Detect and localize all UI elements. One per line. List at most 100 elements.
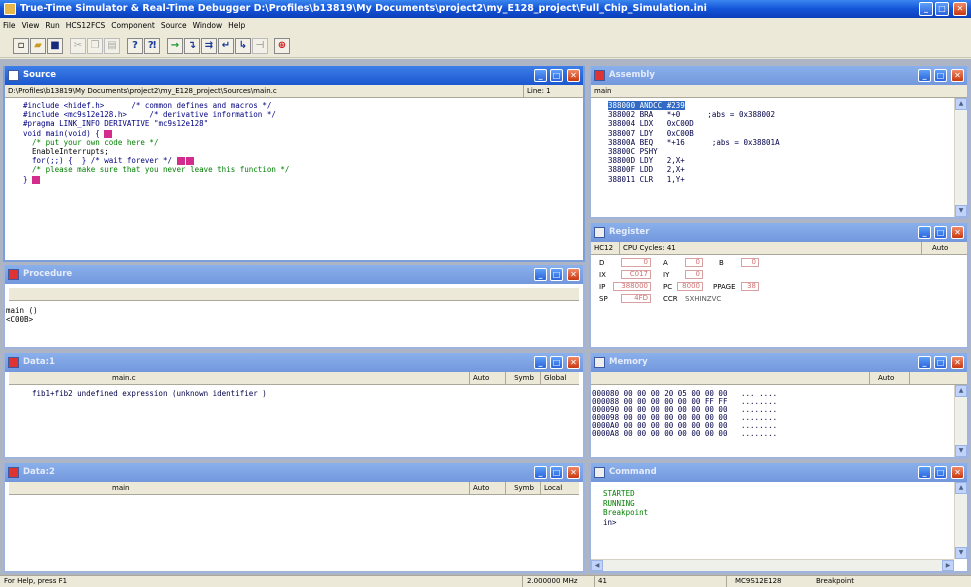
reg-ppage[interactable]: 38 — [741, 282, 759, 291]
maximize-icon[interactable]: □ — [934, 356, 947, 369]
minimize-icon[interactable]: _ — [534, 268, 547, 281]
menu-component[interactable]: Component — [108, 21, 158, 30]
register-titlebar[interactable]: Register _ □ ✕ — [591, 223, 967, 242]
asm-line[interactable]: 388004 LDX 0xC00D — [608, 119, 967, 128]
minimize-icon[interactable]: _ — [534, 466, 547, 479]
reg-ix[interactable]: C017 — [621, 270, 651, 279]
breakpoint-marker-icon[interactable] — [32, 175, 41, 184]
close-icon[interactable]: ✕ — [951, 226, 964, 239]
procedure-window[interactable]: Procedure _ □ ✕ main () <C00B> — [3, 265, 585, 349]
scroll-left-icon[interactable]: ◀ — [591, 560, 603, 571]
reg-iy[interactable]: 0 — [685, 270, 703, 279]
data2-symb-toggle[interactable]: Symb — [505, 482, 539, 495]
data1-global-toggle[interactable]: Global — [540, 372, 580, 385]
command-window[interactable]: Command _ □ ✕ STARTED RUNNING Breakpoint in… — [589, 463, 969, 573]
memory-format[interactable] — [909, 372, 967, 385]
menu-hcs12fcs[interactable]: HCS12FCS — [63, 21, 109, 30]
procedure-item[interactable]: main () — [6, 306, 583, 315]
maximize-icon[interactable]: □ — [550, 356, 563, 369]
close-icon[interactable]: ✕ — [567, 356, 580, 369]
command-titlebar[interactable]: Command _ □ ✕ — [591, 463, 967, 482]
context-help-icon[interactable]: ⁈ — [144, 38, 160, 54]
scroll-up-icon[interactable]: ▲ — [955, 98, 967, 110]
command-vscrollbar[interactable]: ▲ ▼ — [954, 482, 967, 559]
memory-titlebar[interactable]: Memory _ □ ✕ — [591, 353, 967, 372]
asm-line[interactable]: 38800D LDY 2,X+ — [608, 156, 967, 165]
close-icon[interactable]: ✕ — [567, 466, 580, 479]
procedure-item[interactable]: <C00B> — [6, 315, 583, 324]
asm-line[interactable]: 38800A BEQ *+16 ;abs = 0x38801A — [608, 138, 967, 147]
reg-d[interactable]: 0 — [621, 258, 651, 267]
data2-local-toggle[interactable]: Local — [540, 482, 580, 495]
open-folder-icon[interactable]: ▰ — [30, 38, 46, 54]
single-step-icon[interactable]: ↴ — [184, 38, 200, 54]
assembly-step-icon[interactable]: ↳ — [235, 38, 251, 54]
start-continue-icon[interactable]: → — [167, 38, 183, 54]
maximize-icon[interactable]: □ — [935, 2, 949, 16]
reg-ccr[interactable]: SXHINZVC — [685, 295, 721, 304]
breakpoint-marker-icon[interactable] — [104, 129, 113, 138]
scroll-up-icon[interactable]: ▲ — [955, 385, 967, 397]
save-icon[interactable]: ■ — [47, 38, 63, 54]
data1-symb-toggle[interactable]: Symb — [505, 372, 539, 385]
copy-icon[interactable]: ❐ — [87, 38, 103, 54]
data2-titlebar[interactable]: Data:2 _ □ ✕ — [5, 463, 583, 482]
menu-source[interactable]: Source — [158, 21, 190, 30]
memory-row[interactable]: 0000A8 00 00 00 00 00 00 00 00 ........ — [592, 430, 967, 438]
step-out-icon[interactable]: ↵ — [218, 38, 234, 54]
asm-line[interactable]: 388007 LDY 0xC00B — [608, 129, 967, 138]
close-icon[interactable]: ✕ — [567, 268, 580, 281]
close-icon[interactable]: ✕ — [951, 356, 964, 369]
assembly-listing[interactable]: 388000 ANDCC #239 388002 BRA *+0 ;abs = 0… — [591, 98, 967, 184]
menu-run[interactable]: Run — [42, 21, 62, 30]
asm-line[interactable]: 388002 BRA *+0 ;abs = 0x388002 — [608, 110, 967, 119]
close-icon[interactable]: ✕ — [951, 466, 964, 479]
scroll-down-icon[interactable]: ▼ — [955, 547, 967, 559]
breakpoint-marker-icon[interactable] — [176, 157, 185, 166]
reg-ip[interactable]: 388000 — [613, 282, 651, 291]
minimize-icon[interactable]: _ — [534, 356, 547, 369]
data2-window[interactable]: Data:2 _ □ ✕ main Auto Symb Local — [3, 463, 585, 573]
memory-mode[interactable]: Auto — [869, 372, 909, 385]
close-icon[interactable]: ✕ — [953, 2, 967, 16]
reg-sp[interactable]: 4FD — [621, 294, 651, 303]
command-hscrollbar[interactable]: ◀ ▶ — [591, 559, 954, 571]
minimize-icon[interactable]: _ — [919, 2, 933, 16]
menu-help[interactable]: Help — [225, 21, 248, 30]
maximize-icon[interactable]: □ — [934, 226, 947, 239]
minimize-icon[interactable]: _ — [918, 69, 931, 82]
scroll-right-icon[interactable]: ▶ — [942, 560, 954, 571]
command-output[interactable]: STARTED RUNNING Breakpoint in> — [591, 482, 967, 527]
asm-line[interactable]: 388011 CLR 1,Y+ — [608, 175, 967, 184]
data1-window[interactable]: Data:1 _ □ ✕ main.c Auto Symb Global fib… — [3, 353, 585, 459]
maximize-icon[interactable]: □ — [550, 268, 563, 281]
minimize-icon[interactable]: _ — [534, 69, 547, 82]
memory-window[interactable]: Memory _ □ ✕ Auto 000080 00 00 00 20 05 … — [589, 353, 969, 459]
source-window[interactable]: Source _ □ ✕ D:\Profiles\b13819\My Docum… — [3, 66, 585, 262]
data1-titlebar[interactable]: Data:1 _ □ ✕ — [5, 353, 583, 372]
maximize-icon[interactable]: □ — [550, 466, 563, 479]
data1-auto-toggle[interactable]: Auto — [469, 372, 501, 385]
minimize-icon[interactable]: _ — [918, 466, 931, 479]
help-icon[interactable]: ? — [127, 38, 143, 54]
source-titlebar[interactable]: Source _ □ ✕ — [5, 66, 583, 85]
reg-pc[interactable]: 8000 — [677, 282, 703, 291]
menu-window[interactable]: Window — [190, 21, 226, 30]
maximize-icon[interactable]: □ — [934, 466, 947, 479]
scroll-down-icon[interactable]: ▼ — [955, 205, 967, 217]
maximize-icon[interactable]: □ — [550, 69, 563, 82]
asm-line[interactable]: 38800F LDD 2,X+ — [608, 165, 967, 174]
command-prompt[interactable]: in> — [603, 518, 967, 528]
asm-line-current[interactable]: 388000 ANDCC #239 — [608, 101, 967, 110]
assembly-window[interactable]: Assembly _ □ ✕ main 388000 ANDCC #239 388… — [589, 66, 969, 219]
assembly-titlebar[interactable]: Assembly _ □ ✕ — [591, 66, 967, 85]
scroll-up-icon[interactable]: ▲ — [955, 482, 967, 494]
data2-auto-toggle[interactable]: Auto — [469, 482, 501, 495]
menu-view[interactable]: View — [19, 21, 43, 30]
reg-a[interactable]: 0 — [685, 258, 703, 267]
step-over-icon[interactable]: ⇉ — [201, 38, 217, 54]
source-code[interactable]: #include <hidef.h> /* common defines and… — [5, 98, 583, 184]
close-icon[interactable]: ✕ — [567, 69, 580, 82]
reset-icon[interactable]: ⊕ — [274, 38, 290, 54]
procedure-titlebar[interactable]: Procedure _ □ ✕ — [5, 265, 583, 284]
